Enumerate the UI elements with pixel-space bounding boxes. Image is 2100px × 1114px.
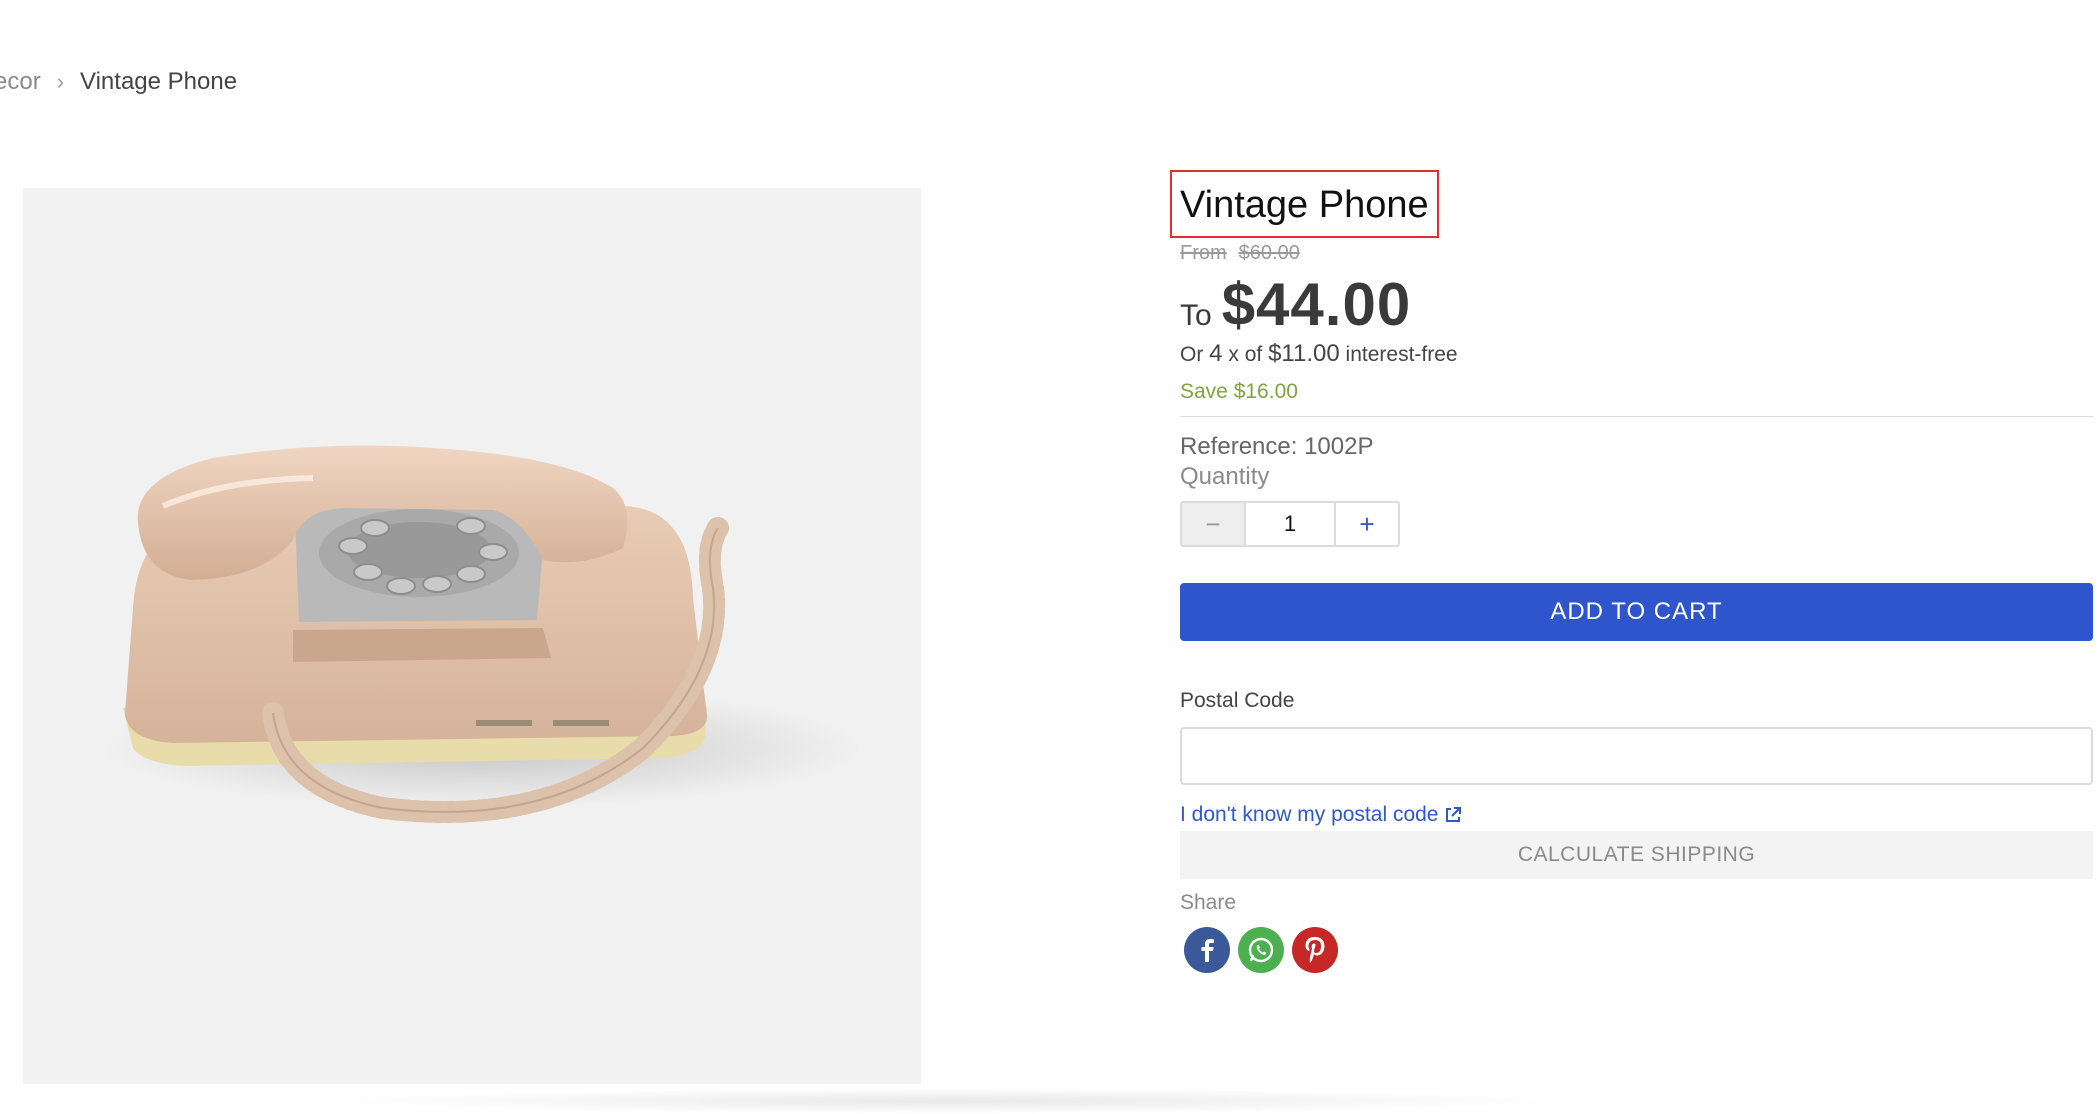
installments-times: x of <box>1228 343 1263 366</box>
price-from-label: From <box>1180 242 1227 264</box>
quantity-input[interactable]: 1 <box>1244 503 1336 545</box>
installments-amount: $11.00 <box>1268 340 1340 367</box>
price-current-value: $44.00 <box>1221 271 1412 338</box>
installments-suffix: interest-free <box>1345 343 1458 366</box>
whatsapp-icon[interactable] <box>1238 927 1284 973</box>
breadcrumb-previous-link[interactable]: ecor <box>0 68 41 96</box>
quantity-increase-button[interactable]: + <box>1336 503 1398 545</box>
breadcrumb-separator: › <box>56 69 65 94</box>
product-title: Vintage Phone <box>1180 184 1429 226</box>
external-link-icon <box>1446 807 1462 822</box>
unknown-postal-code-text: I don't know my postal code <box>1180 803 1439 826</box>
installments-info: Or 4 x of $11.00 interest-free <box>1180 340 2093 368</box>
savings-text: Save $16.00 <box>1180 380 1298 403</box>
gallery-shadow <box>330 1088 1570 1114</box>
price-to-label: To <box>1180 299 1212 332</box>
share-label: Share <box>1180 891 1237 914</box>
postal-code-input[interactable] <box>1180 727 2093 785</box>
divider <box>1180 416 2093 417</box>
facebook-icon[interactable] <box>1184 927 1230 973</box>
current-price: To $44.00 <box>1180 270 2093 338</box>
price-original-value: $60.00 <box>1238 242 1300 264</box>
title-highlight: Vintage Phone <box>1170 170 1439 238</box>
original-price: From $60.00 <box>1180 240 2093 266</box>
postal-code-label: Postal Code <box>1180 689 1295 712</box>
pinterest-icon[interactable] <box>1292 927 1338 973</box>
breadcrumb-current: Vintage Phone <box>80 68 238 95</box>
unknown-postal-code-link[interactable]: I don't know my postal code <box>1180 803 2093 827</box>
breadcrumb: ecor › Vintage Phone <box>0 68 237 96</box>
quantity-decrease-button[interactable]: − <box>1182 503 1244 545</box>
installments-prefix: Or <box>1180 343 1204 366</box>
installments-count: 4 <box>1209 340 1223 367</box>
vintage-phone-illustration <box>103 445 863 823</box>
share-icons <box>1184 927 2093 973</box>
product-image[interactable] <box>23 188 921 1084</box>
calculate-shipping-button[interactable]: CALCULATE SHIPPING <box>1180 831 2093 879</box>
add-to-cart-button[interactable]: ADD TO CART <box>1180 583 2093 641</box>
product-reference: Reference: 1002P <box>1180 433 1374 460</box>
quantity-stepper: − 1 + <box>1180 501 1400 547</box>
product-info: Vintage Phone From $60.00 To $44.00 Or 4 … <box>1170 170 2093 973</box>
quantity-label: Quantity <box>1180 463 1270 490</box>
